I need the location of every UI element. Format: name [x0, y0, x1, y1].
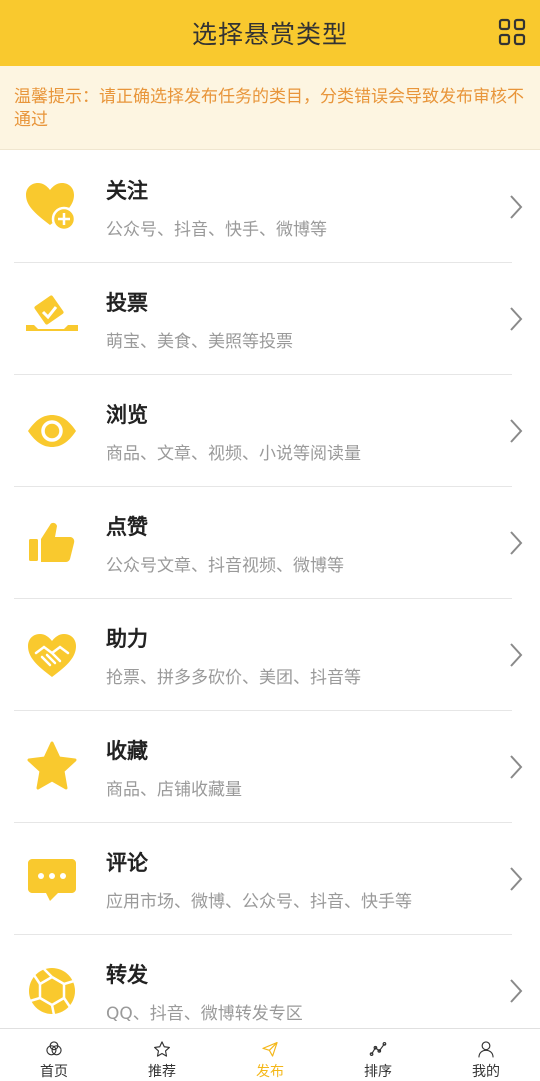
chevron-right-icon [510, 755, 523, 779]
category-title: 评论 [106, 851, 148, 875]
category-item-like[interactable]: 点赞 公众号文章、抖音视频、微博等 [0, 487, 540, 599]
category-title: 收藏 [106, 739, 148, 763]
aperture-icon [29, 968, 75, 1016]
tab-label: 排序 [364, 1064, 392, 1080]
tab-mine[interactable]: 我的 [432, 1029, 540, 1081]
category-subtitle: 商品、店铺收藏量 [106, 780, 242, 800]
send-icon [262, 1041, 278, 1057]
bottom-tab-bar: 首页 推荐 发布 排序 我的 [0, 1028, 540, 1081]
tab-recommend[interactable]: 推荐 [108, 1029, 216, 1081]
ballot-box-icon [26, 295, 78, 331]
chevron-right-icon [510, 307, 523, 331]
tab-label: 首页 [40, 1064, 68, 1080]
comment-bubble-icon [28, 859, 76, 901]
category-subtitle: 萌宝、美食、美照等投票 [106, 332, 293, 352]
app-header: 选择悬赏类型 [0, 0, 540, 66]
home-icon [46, 1041, 62, 1056]
grid-icon[interactable] [498, 18, 526, 46]
tab-label: 推荐 [148, 1064, 176, 1080]
warning-notice: 温馨提示：请正确选择发布任务的类目，分类错误会导致发布审核不通过 [0, 66, 540, 150]
chevron-right-icon [510, 531, 523, 555]
category-item-follow[interactable]: 关注 公众号、抖音、快手、微博等 [0, 151, 540, 263]
heart-plus-icon [26, 183, 77, 232]
eye-icon [28, 415, 76, 447]
chevron-right-icon [510, 867, 523, 891]
category-item-assist[interactable]: 助力 抢票、拼多多砍价、美团、抖音等 [0, 599, 540, 711]
chevron-right-icon [510, 195, 523, 219]
category-item-comment[interactable]: 评论 应用市场、微博、公众号、抖音、快手等 [0, 823, 540, 935]
category-title: 转发 [106, 963, 148, 987]
user-icon [478, 1041, 494, 1058]
tab-rank[interactable]: 排序 [324, 1029, 432, 1081]
category-subtitle: 商品、文章、视频、小说等阅读量 [106, 444, 361, 464]
page-title: 选择悬赏类型 [191, 20, 348, 49]
category-title: 投票 [106, 291, 148, 315]
tab-label: 发布 [256, 1064, 284, 1080]
category-item-browse[interactable]: 浏览 商品、文章、视频、小说等阅读量 [0, 375, 540, 487]
chart-line-icon [369, 1041, 387, 1057]
category-subtitle: QQ、抖音、微博转发专区 [106, 1004, 303, 1024]
star-outline-icon [154, 1041, 170, 1057]
category-title: 点赞 [106, 515, 148, 539]
category-subtitle: 公众号、抖音、快手、微博等 [106, 220, 327, 240]
chevron-right-icon [510, 419, 523, 443]
category-subtitle: 公众号文章、抖音视频、微博等 [106, 556, 344, 576]
tab-home[interactable]: 首页 [0, 1029, 108, 1081]
heart-handshake-icon [28, 634, 76, 677]
category-title: 关注 [106, 179, 148, 203]
star-icon [27, 741, 77, 790]
category-subtitle: 应用市场、微博、公众号、抖音、快手等 [106, 892, 412, 912]
thumbs-up-icon [29, 522, 75, 562]
category-title: 助力 [106, 627, 148, 651]
tab-publish[interactable]: 发布 [216, 1029, 324, 1081]
category-subtitle: 抢票、拼多多砍价、美团、抖音等 [106, 668, 361, 688]
category-list: 关注 公众号、抖音、快手、微博等 投票 萌宝、美食、美照等投票 浏览 商品、文章… [0, 151, 540, 1047]
category-item-collect[interactable]: 收藏 商品、店铺收藏量 [0, 711, 540, 823]
tab-label: 我的 [472, 1064, 500, 1080]
category-item-vote[interactable]: 投票 萌宝、美食、美照等投票 [0, 263, 540, 375]
chevron-right-icon [510, 979, 523, 1003]
chevron-right-icon [510, 643, 523, 667]
category-title: 浏览 [106, 403, 148, 427]
